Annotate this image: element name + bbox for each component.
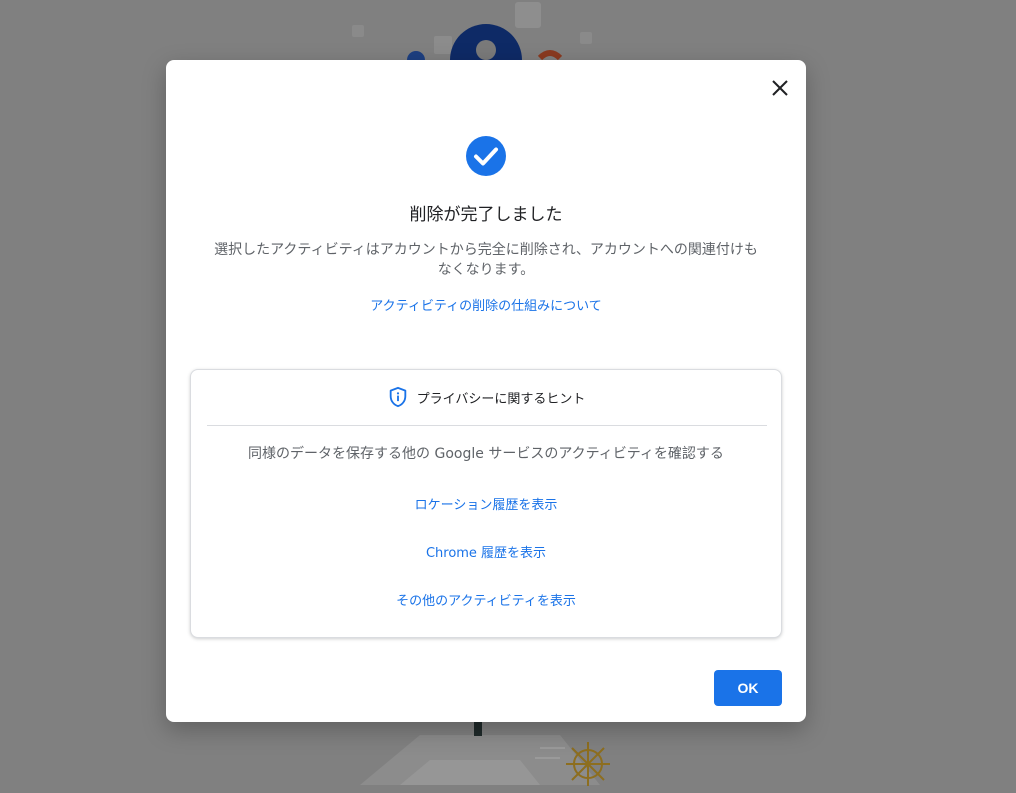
card-divider xyxy=(207,425,767,426)
check-circle-icon xyxy=(466,136,506,176)
view-chrome-history-link[interactable]: Chrome 履歴を表示 xyxy=(191,542,781,561)
deletion-complete-dialog: 削除が完了しました 選択したアクティビティはアカウントから完全に削除され、アカウ… xyxy=(166,60,806,722)
privacy-tips-header: プライバシーに関するヒント xyxy=(191,384,781,410)
privacy-tips-card: プライバシーに関するヒント 同様のデータを保存する他の Google サービスの… xyxy=(190,369,782,638)
dialog-title: 削除が完了しました xyxy=(409,205,563,225)
privacy-tips-description: 同様のデータを保存する他の Google サービスのアクティビティを確認する xyxy=(248,446,724,462)
view-location-history-link[interactable]: ロケーション履歴を表示 xyxy=(191,494,781,513)
close-icon xyxy=(772,80,788,96)
view-other-activity-link[interactable]: その他のアクティビティを表示 xyxy=(191,590,781,609)
ok-button[interactable]: OK xyxy=(714,670,782,706)
privacy-tips-title: プライバシーに関するヒント xyxy=(416,391,586,407)
learn-deletion-link[interactable]: アクティビティの削除の仕組みについて xyxy=(166,295,806,314)
dialog-description: 選択したアクティビティはアカウントから完全に削除され、アカウントへの関連付けもな… xyxy=(214,242,758,278)
shield-info-icon xyxy=(389,386,406,408)
close-button[interactable] xyxy=(768,76,792,100)
